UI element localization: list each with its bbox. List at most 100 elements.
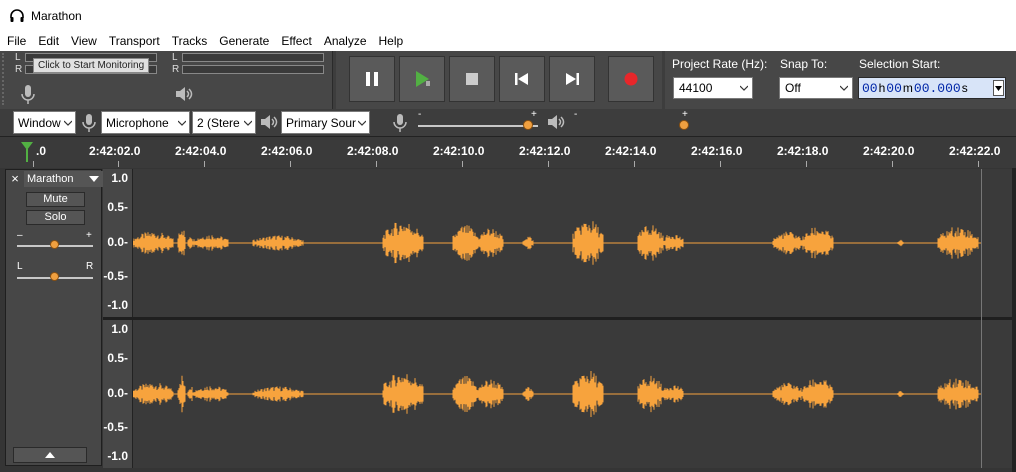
channel-1-waveform[interactable] (132, 169, 1016, 317)
pause-icon (366, 72, 378, 86)
microphone-icon (393, 114, 407, 132)
chevron-down-icon (840, 85, 848, 91)
recording-channels-select[interactable]: 2 (Stere (192, 111, 256, 134)
gain-plus-label: + (86, 230, 92, 241)
snap-to-value: Off (785, 81, 801, 95)
pause-button[interactable] (349, 56, 395, 102)
menu-effect[interactable]: Effect (275, 31, 317, 51)
recording-volume-slider[interactable] (418, 125, 538, 127)
chevron-down-icon (64, 120, 72, 126)
pan-slider-thumb[interactable] (50, 272, 59, 281)
track-end-marker (981, 169, 982, 468)
menu-file[interactable]: File (1, 31, 32, 51)
track-name-menu[interactable]: Marathon (24, 171, 103, 187)
scale-label: 1.0 (111, 171, 128, 185)
ruler-tick (978, 161, 979, 167)
triangle-up-icon (45, 452, 55, 458)
ruler-tick-label: 2:42:08.0 (347, 144, 399, 158)
speaker-icon[interactable] (174, 84, 194, 104)
vertical-scrollbar[interactable] (1012, 168, 1016, 472)
speaker-icon (548, 115, 565, 129)
scale-label: -0.5- (103, 269, 128, 283)
playback-volume-thumb[interactable] (679, 120, 690, 130)
time-m-unit: m (902, 81, 913, 95)
recording-volume-thumb[interactable] (523, 120, 534, 130)
track-name: Marathon (27, 173, 74, 185)
microphone-icon[interactable] (20, 84, 36, 106)
menu-view[interactable]: View (65, 31, 103, 51)
channel-2-waveform[interactable] (132, 320, 1016, 468)
ruler-tick-label: 2:42:04.0 (175, 144, 227, 158)
skip-to-end-button[interactable] (549, 56, 595, 102)
time-minutes: 00 (886, 80, 902, 96)
scale-label: -0.5- (103, 420, 128, 434)
ruler-tick (720, 161, 721, 167)
selection-start-time[interactable]: 00 h 00 m 00.000 s (858, 77, 1006, 99)
time-format-dropdown[interactable] (993, 80, 1004, 96)
scale-label: 0.0- (107, 235, 128, 249)
timeline-ruler[interactable]: .0 2:42:02.0 2:42:04.0 2:42:06.0 2:42:08.0 2:… (0, 136, 1016, 168)
recording-volume-plus: + (531, 109, 537, 120)
menu-generate[interactable]: Generate (213, 31, 275, 51)
track-control-panel: × Marathon Mute Solo – + L R (5, 169, 103, 466)
playback-device-select[interactable]: Primary Sour (281, 111, 370, 134)
snap-to-select[interactable]: Off (779, 77, 853, 99)
gain-minus-label: – (17, 230, 23, 241)
playback-volume-minus: - (574, 109, 578, 120)
mute-button[interactable]: Mute (26, 192, 85, 207)
stop-icon (466, 73, 478, 85)
solo-button[interactable]: Solo (26, 210, 85, 225)
snap-to-label: Snap To: (780, 57, 828, 71)
audio-host-select[interactable]: Window (13, 111, 76, 134)
close-track-button[interactable]: × (6, 171, 24, 187)
record-meter-right-label: R (15, 64, 23, 75)
skip-to-start-button[interactable] (499, 56, 545, 102)
pan-right-label: R (86, 261, 94, 272)
time-seconds: 00.000 (913, 80, 961, 96)
play-meter-bar-left[interactable] (182, 53, 324, 62)
transport-toolbar (336, 51, 662, 109)
ruler-tick (118, 161, 119, 167)
play-button[interactable] (399, 56, 445, 102)
ruler-tick (290, 161, 291, 167)
menu-transport[interactable]: Transport (103, 31, 166, 51)
chevron-down-icon (178, 120, 186, 126)
chevron-down-icon (358, 120, 366, 126)
play-meter-left-label: L (172, 52, 178, 63)
speaker-icon (261, 115, 278, 129)
start-monitoring-button[interactable]: Click to Start Monitoring (33, 58, 150, 73)
scale-label: -1.0 (107, 298, 128, 312)
record-icon (624, 72, 638, 86)
menu-tracks[interactable]: Tracks (166, 31, 214, 51)
project-rate-select[interactable]: 44100 (673, 77, 753, 99)
playback-device-value: Primary Sour (286, 115, 357, 130)
stop-button[interactable] (449, 56, 495, 102)
project-rate-value: 44100 (679, 81, 713, 95)
ruler-tick (462, 161, 463, 167)
recording-device-select[interactable]: Microphone (101, 111, 190, 134)
triangle-down-icon (995, 86, 1002, 91)
menu-edit[interactable]: Edit (32, 31, 65, 51)
collapse-track-button[interactable] (13, 447, 87, 463)
headphones-icon (10, 8, 24, 22)
track-area: × Marathon Mute Solo – + L R 1.0 0.5- 0.… (0, 168, 1016, 472)
recording-channels-value: 2 (Stere (197, 115, 240, 130)
scale-label: 0.5- (107, 351, 128, 365)
play-head-icon[interactable] (20, 141, 34, 163)
scale-label: 0.5- (107, 200, 128, 214)
ruler-tick (806, 161, 807, 167)
menu-analyze[interactable]: Analyze (318, 31, 373, 51)
ruler-tick-label: 2:42:06.0 (261, 144, 313, 158)
record-button[interactable] (608, 56, 654, 102)
toolbar-grip[interactable] (2, 53, 8, 105)
window-title: Marathon (31, 8, 82, 23)
menu-help[interactable]: Help (373, 31, 410, 51)
toolbars: L R Click to Start Monitoring L R Projec… (0, 51, 1016, 136)
ruler-tick-label: 2:42:12.0 (519, 144, 571, 158)
chevron-down-icon (740, 85, 748, 91)
play-icon (416, 71, 430, 87)
ruler-tick (204, 161, 205, 167)
time-s-unit: s (961, 81, 968, 95)
gain-slider-thumb[interactable] (50, 240, 59, 249)
play-meter-bar-right[interactable] (182, 65, 324, 74)
